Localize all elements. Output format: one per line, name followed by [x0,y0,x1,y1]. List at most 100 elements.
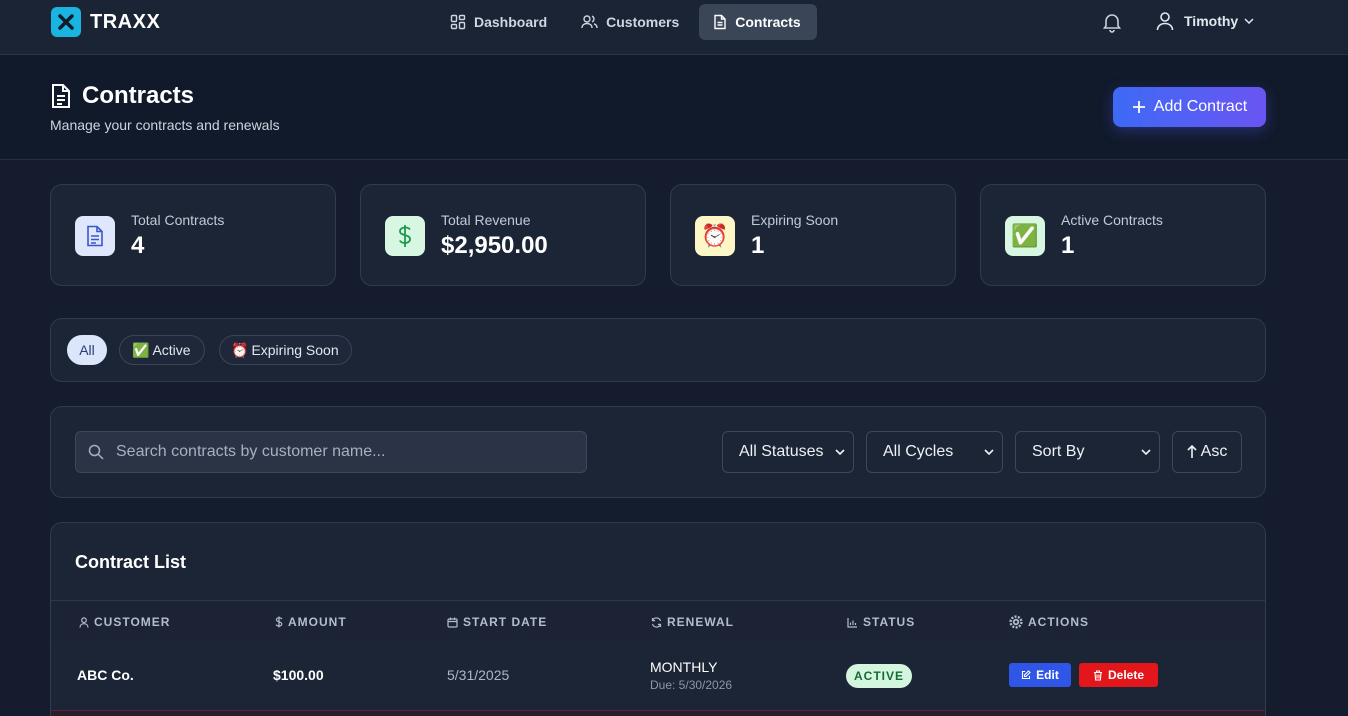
notifications-bell-icon[interactable] [1101,11,1123,38]
nav-label-contracts: Contracts [735,14,801,30]
stat-label: Expiring Soon [751,212,839,228]
document-icon [75,216,115,256]
status-select[interactable]: All Statuses [722,431,854,473]
column-label: START DATE [463,615,548,629]
table-header: CUSTOMER AMOUNT START DATE RENEWAL STATU… [51,600,1265,642]
stat-label: Total Contracts [131,212,225,228]
table-row[interactable] [51,710,1265,716]
check-mark-icon: ✅ [1005,216,1045,256]
tab-active[interactable]: ✅ Active [119,335,205,365]
stat-label: Total Revenue [441,212,531,228]
gear-icon [1009,615,1023,629]
column-label: RENEWAL [667,615,734,629]
column-label: CUSTOMER [94,615,171,629]
column-header-actions[interactable]: ACTIONS [1009,615,1089,629]
stat-label: Active Contracts [1061,212,1163,228]
dollar-icon [385,216,425,256]
status-badge: ACTIVE [846,664,913,688]
trash-icon [1093,669,1102,681]
column-header-renewal[interactable]: RENEWAL [651,615,734,629]
document-icon [714,14,726,30]
refresh-icon [651,616,662,628]
contract-list-card: Contract List CUSTOMER AMOUNT START DATE… [50,522,1266,716]
dollar-icon [275,616,283,628]
check-mark-icon: ✅ [132,341,150,358]
page-header: Contracts Manage your contracts and rene… [0,55,1348,160]
top-navbar: TRAXX Dashboard Customers Contracts Timo… [0,0,1348,55]
delete-button[interactable]: Delete [1079,663,1158,687]
nav-item-dashboard[interactable]: Dashboard [436,4,563,40]
column-label: STATUS [863,615,916,629]
cycle-select-value: All Cycles [883,443,954,460]
stat-value: 1 [1061,232,1075,259]
sort-select-value: Sort By [1032,443,1085,460]
page-subtitle: Manage your contracts and renewals [50,117,280,133]
add-contract-button[interactable]: Add Contract [1113,87,1266,127]
search-input[interactable] [116,443,576,461]
user-name: Timothy [1184,13,1239,29]
user-icon [1156,12,1174,31]
sort-select[interactable]: Sort By [1015,431,1160,473]
tab-expiring-label: Expiring Soon [251,342,339,358]
column-label: ACTIONS [1028,615,1089,629]
table-row[interactable]: ABC Co. $100.00 5/31/2025 MONTHLY Due: 5… [51,642,1265,710]
sort-order-button[interactable]: Asc [1172,431,1242,473]
stat-card-total-contracts: Total Contracts 4 [50,184,336,286]
user-menu[interactable]: Timothy [1156,11,1254,31]
arrow-up-icon [1187,445,1197,458]
edit-icon [1022,670,1031,680]
search-filter-bar: All Statuses All Cycles Sort By Asc [50,406,1266,498]
column-label: AMOUNT [288,615,347,629]
chevron-down-icon [835,449,845,455]
document-icon [52,84,70,108]
stat-card-active-contracts: ✅ Active Contracts 1 [980,184,1266,286]
nav-label-customers: Customers [606,14,680,30]
stat-value: $2,950.00 [441,232,548,259]
alarm-clock-icon: ⏰ [695,216,735,256]
nav-label-dashboard: Dashboard [474,14,548,30]
table-title: Contract List [75,552,187,572]
page-title: Contracts [82,82,195,109]
edit-button[interactable]: Edit [1009,663,1071,687]
sort-order-label: Asc [1200,443,1228,460]
cell-renewal-due: Due: 5/30/2026 [650,678,733,692]
delete-label: Delete [1107,668,1145,682]
chevron-down-icon [1141,449,1151,455]
plus-icon [1132,101,1145,113]
cell-amount: $100.00 [273,667,324,683]
add-contract-label: Add Contract [1153,98,1248,115]
search-icon [88,444,104,460]
tab-active-label: Active [152,342,191,358]
column-header-status[interactable]: STATUS [847,615,915,629]
column-header-amount[interactable]: AMOUNT [275,615,347,629]
app-name: TRAXX [90,10,161,33]
stat-card-total-revenue: Total Revenue $2,950.00 [360,184,646,286]
main-nav: Dashboard Customers Contracts [436,4,817,40]
bar-chart-icon [847,617,857,628]
status-select-value: All Statuses [739,443,824,460]
user-icon [79,616,89,628]
search-box [75,431,587,473]
column-header-start-date[interactable]: START DATE [447,615,547,629]
cell-renewal-cycle: MONTHLY [650,659,718,675]
chevron-down-icon [1244,18,1254,24]
app-logo[interactable]: TRAXX [51,7,160,37]
tab-all[interactable]: All [67,335,107,365]
dashboard-grid-icon [450,14,466,30]
edit-label: Edit [1036,668,1059,682]
alarm-clock-icon: ⏰ [231,341,249,358]
nav-item-customers[interactable]: Customers [567,4,695,40]
cell-customer: ABC Co. [77,667,134,683]
stat-card-expiring-soon: ⏰ Expiring Soon 1 [670,184,956,286]
logo-x-icon [51,7,81,37]
calendar-icon [447,617,458,628]
filter-tabs: All ✅ Active ⏰ Expiring Soon [50,318,1266,382]
tab-expiring-soon[interactable]: ⏰ Expiring Soon [219,335,352,365]
column-header-customer[interactable]: CUSTOMER [79,615,170,629]
cycle-select[interactable]: All Cycles [866,431,1003,473]
chevron-down-icon [984,449,994,455]
cell-start-date: 5/31/2025 [447,667,510,683]
stat-value: 1 [751,232,765,259]
nav-item-contracts[interactable]: Contracts [699,4,817,40]
page-title-group: Contracts [50,82,194,110]
